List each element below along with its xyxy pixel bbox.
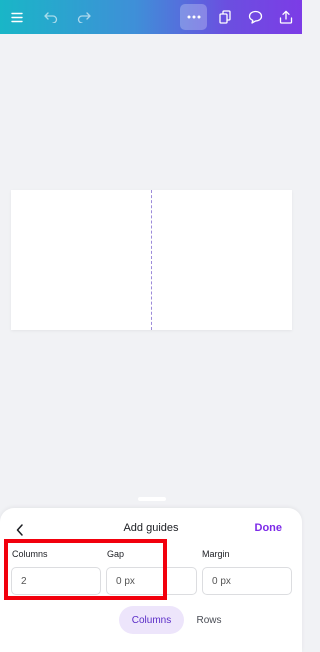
pages-icon[interactable] — [213, 0, 237, 34]
redo-icon[interactable] — [72, 0, 96, 34]
canvas-area — [0, 34, 302, 508]
tab-rows[interactable]: Rows — [186, 606, 232, 634]
share-icon[interactable] — [274, 0, 298, 34]
undo-icon[interactable] — [39, 0, 63, 34]
done-button[interactable]: Done — [255, 522, 283, 534]
comment-icon[interactable] — [243, 0, 267, 34]
design-page[interactable] — [11, 190, 292, 330]
sheet-drag-handle[interactable] — [138, 497, 166, 501]
column-guide — [151, 190, 152, 330]
more-button[interactable] — [180, 4, 207, 30]
top-toolbar — [0, 0, 302, 34]
tab-columns[interactable]: Columns — [119, 606, 184, 634]
margin-input[interactable]: 0 px — [202, 567, 292, 595]
highlight-box — [4, 539, 167, 600]
margin-label: Margin — [202, 549, 230, 559]
menu-icon[interactable] — [5, 0, 29, 34]
more-icon — [187, 15, 200, 19]
